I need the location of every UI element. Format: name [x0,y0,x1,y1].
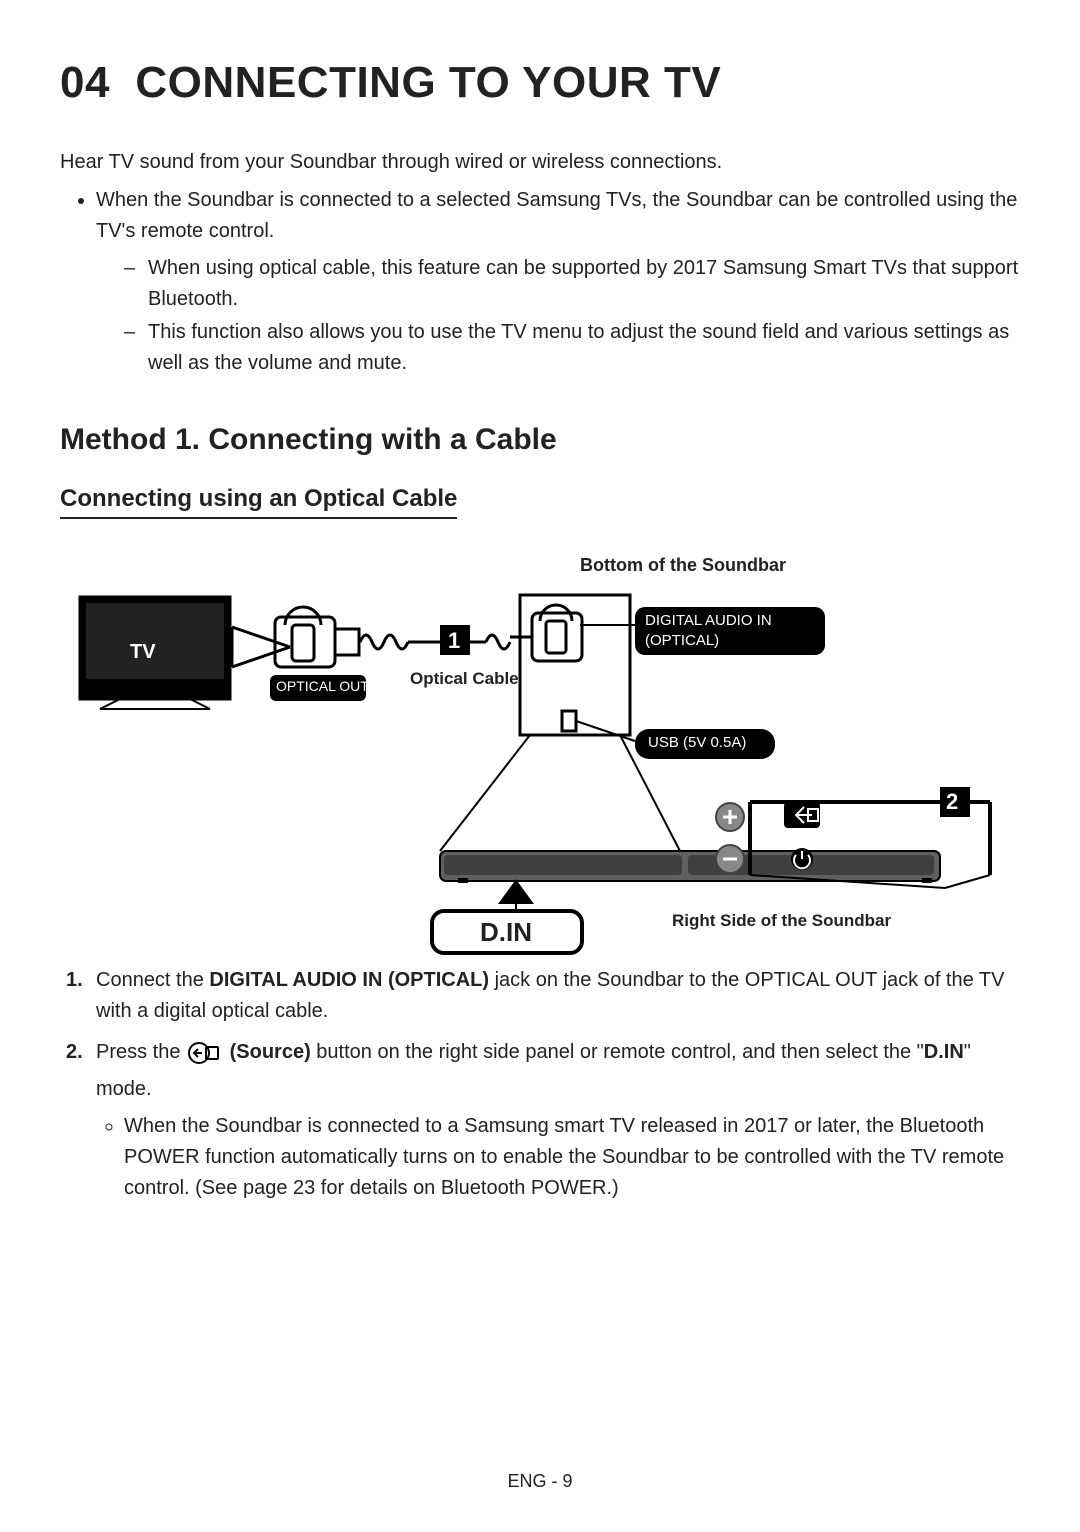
step-2-note: When the Soundbar is connected to a Sams… [124,1111,1020,1204]
din-label: D.IN [480,917,532,948]
section-title: 04 CONNECTING TO YOUR TV [60,58,1020,108]
power-icon [791,848,813,870]
step-2: Press the (Source) button on the right s… [96,1037,1020,1204]
bold-digital-audio: DIGITAL AUDIO IN (OPTICAL) [209,969,489,991]
source-button-icon [188,1042,222,1074]
tv-label: TV [130,641,156,664]
intro-text: Hear TV sound from your Soundbar through… [60,148,1020,177]
bullet-remote-control: When the Soundbar is connected to a sele… [96,185,1020,379]
optical-out-label: OPTICAL OUT [276,678,369,694]
soundbar-body-icon [440,851,940,883]
section-heading: CONNECTING TO YOUR TV [135,58,721,107]
dash-optical-bt: When using optical cable, this feature c… [124,253,1020,315]
diagram-svg [60,555,1020,955]
bold-source: (Source) [230,1041,311,1063]
section-number: 04 [60,58,110,107]
manual-page: 04 CONNECTING TO YOUR TV Hear TV sound f… [0,0,1080,1532]
sub-title: Connecting using an Optical Cable [60,485,457,519]
method-title: Method 1. Connecting with a Cable [60,423,1020,457]
caption-right-side: Right Side of the Soundbar [672,911,891,931]
step-2-marker: 2 [946,789,958,815]
step-1: Connect the DIGITAL AUDIO IN (OPTICAL) j… [96,965,1020,1027]
source-icon [784,802,820,828]
page-footer: ENG - 9 [0,1471,1080,1492]
optical-cable-label: Optical Cable [410,669,519,689]
bold-din: D.IN [924,1041,964,1063]
step-2-sub: When the Soundbar is connected to a Sams… [96,1111,1020,1204]
connection-diagram: Bottom of the Soundbar [60,555,1020,955]
step-1-marker: 1 [448,628,460,654]
intro-bullets: When the Soundbar is connected to a sele… [60,185,1020,379]
instruction-steps: Connect the DIGITAL AUDIO IN (OPTICAL) j… [60,965,1020,1204]
usb-label: USB (5V 0.5A) [648,734,746,751]
dash-tv-menu: This function also allows you to use the… [124,317,1020,379]
sub-bullets: When using optical cable, this feature c… [96,253,1020,379]
digital-audio-in-label: DIGITAL AUDIO IN (OPTICAL) [645,611,815,650]
